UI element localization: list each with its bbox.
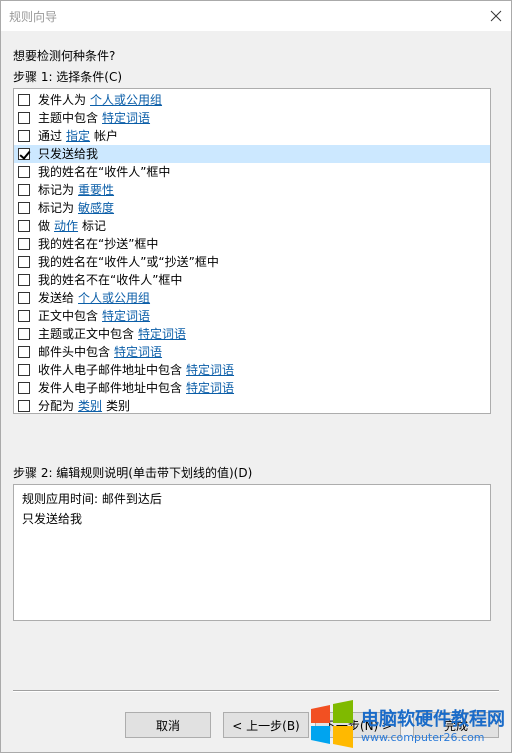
condition-text: 只发送给我 — [38, 147, 99, 161]
condition-item[interactable]: 发件人为 个人或公用组 — [14, 91, 490, 109]
condition-link[interactable]: 特定词语 — [102, 109, 150, 127]
title-bar: 规则向导 — [1, 1, 511, 31]
condition-item[interactable]: 我的姓名在“收件人”框中 — [14, 163, 490, 181]
condition-item[interactable]: 正文中包含 特定词语 — [14, 307, 490, 325]
question-label: 想要检测何种条件? — [13, 49, 116, 63]
condition-checkbox[interactable] — [18, 166, 30, 178]
window-title: 规则向导 — [9, 10, 58, 24]
condition-link[interactable]: 动作 — [54, 217, 78, 235]
condition-text: 标记为 — [38, 183, 75, 197]
condition-checkbox[interactable] — [18, 112, 30, 124]
condition-item[interactable]: 标记为 重要性 — [14, 181, 490, 199]
condition-checkbox[interactable] — [18, 94, 30, 106]
condition-checkbox[interactable] — [18, 256, 30, 268]
condition-link[interactable]: 重要性 — [78, 181, 114, 199]
separator — [13, 690, 499, 692]
condition-item[interactable]: 主题中包含 特定词语 — [14, 109, 490, 127]
condition-checkbox[interactable] — [18, 220, 30, 232]
condition-item[interactable]: 通过 指定 帐户 — [14, 127, 490, 145]
condition-link[interactable]: 特定词语 — [102, 307, 150, 325]
condition-item[interactable]: 主题或正文中包含 特定词语 — [14, 325, 490, 343]
condition-checkbox[interactable] — [18, 364, 30, 376]
condition-item[interactable]: 发送给 个人或公用组 — [14, 289, 490, 307]
next-button[interactable]: 下一步(N) > — [315, 712, 401, 738]
rule-description-box[interactable]: 规则应用时间: 邮件到达后 只发送给我 — [13, 484, 491, 621]
condition-link[interactable]: 敏感度 — [78, 199, 114, 217]
condition-text-suffix: 标记 — [82, 219, 107, 233]
condition-text: 主题或正文中包含 — [38, 327, 135, 341]
rules-wizard-dialog: 规则向导 想要检测何种条件? 步骤 1: 选择条件(C) 发件人为 个人或公用组主… — [0, 0, 512, 753]
condition-link[interactable]: 指定 — [66, 127, 90, 145]
condition-text: 我的姓名在“抄送”框中 — [38, 237, 159, 251]
condition-text: 通过 — [38, 129, 63, 143]
step1-label: 步骤 1: 选择条件(C) — [13, 70, 123, 84]
condition-checkbox[interactable] — [18, 274, 30, 286]
condition-item[interactable]: 标记为 敏感度 — [14, 199, 490, 217]
condition-text: 收件人电子邮件地址中包含 — [38, 363, 183, 377]
condition-checkbox[interactable] — [18, 382, 30, 394]
condition-text: 我的姓名不在“收件人”框中 — [38, 273, 183, 287]
condition-text: 主题中包含 — [38, 111, 99, 125]
condition-checkbox[interactable] — [18, 184, 30, 196]
condition-text: 邮件头中包含 — [38, 345, 111, 359]
cancel-button[interactable]: 取消 — [125, 712, 211, 738]
condition-link[interactable]: 特定词语 — [114, 343, 162, 361]
condition-item[interactable]: 我的姓名在“收件人”或“抄送”框中 — [14, 253, 490, 271]
condition-link[interactable]: 个人或公用组 — [90, 91, 162, 109]
condition-checkbox[interactable] — [18, 310, 30, 322]
condition-item[interactable]: 做动作 标记 — [14, 217, 490, 235]
back-button[interactable]: < 上一步(B) — [223, 712, 309, 738]
condition-text: 我的姓名在“收件人”或“抄送”框中 — [38, 255, 219, 269]
condition-item[interactable]: 我的姓名不在“收件人”框中 — [14, 271, 490, 289]
condition-link[interactable]: 个人或公用组 — [78, 289, 150, 307]
condition-link[interactable]: 特定词语 — [186, 379, 234, 397]
condition-checkbox[interactable] — [18, 130, 30, 142]
close-button[interactable] — [481, 1, 511, 31]
condition-link[interactable]: 特定词语 — [186, 361, 234, 379]
condition-text: 发送给 — [38, 291, 75, 305]
condition-checkbox[interactable] — [18, 400, 30, 412]
rule-description-line: 只发送给我 — [22, 512, 83, 526]
condition-checkbox[interactable] — [18, 202, 30, 214]
rule-description-line: 规则应用时间: 邮件到达后 — [22, 492, 162, 506]
condition-item[interactable]: 只发送给我 — [14, 145, 490, 163]
condition-item[interactable]: 收件人电子邮件地址中包含 特定词语 — [14, 361, 490, 379]
step2-label: 步骤 2: 编辑规则说明(单击带下划线的值)(D) — [13, 466, 253, 480]
condition-checkbox[interactable] — [18, 292, 30, 304]
condition-link[interactable]: 类别 — [78, 397, 102, 413]
condition-text: 标记为 — [38, 201, 75, 215]
condition-item[interactable]: 邮件头中包含 特定词语 — [14, 343, 490, 361]
close-icon — [490, 10, 502, 22]
condition-text: 发件人为 — [38, 93, 87, 107]
condition-item[interactable]: 发件人电子邮件地址中包含 特定词语 — [14, 379, 490, 397]
condition-text-suffix: 帐户 — [94, 129, 119, 143]
condition-text-suffix: 类别 — [106, 399, 131, 413]
condition-item[interactable]: 我的姓名在“抄送”框中 — [14, 235, 490, 253]
condition-text: 分配为 — [38, 399, 75, 413]
condition-text: 做 — [38, 219, 51, 233]
finish-button[interactable]: 完成 — [413, 712, 499, 738]
condition-link[interactable]: 特定词语 — [138, 325, 186, 343]
condition-checkbox[interactable] — [18, 238, 30, 250]
condition-text: 正文中包含 — [38, 309, 99, 323]
conditions-list[interactable]: 发件人为 个人或公用组 主题中包含 特定词语 通过 指定 帐户 只发送给我 我的姓名在“收件人”… — [13, 88, 491, 414]
condition-text: 发件人电子邮件地址中包含 — [38, 381, 183, 395]
condition-item[interactable]: 分配为 类别 类别 — [14, 397, 490, 413]
condition-checkbox[interactable] — [18, 148, 30, 160]
condition-checkbox[interactable] — [18, 346, 30, 358]
condition-text: 我的姓名在“收件人”框中 — [38, 165, 171, 179]
condition-checkbox[interactable] — [18, 328, 30, 340]
